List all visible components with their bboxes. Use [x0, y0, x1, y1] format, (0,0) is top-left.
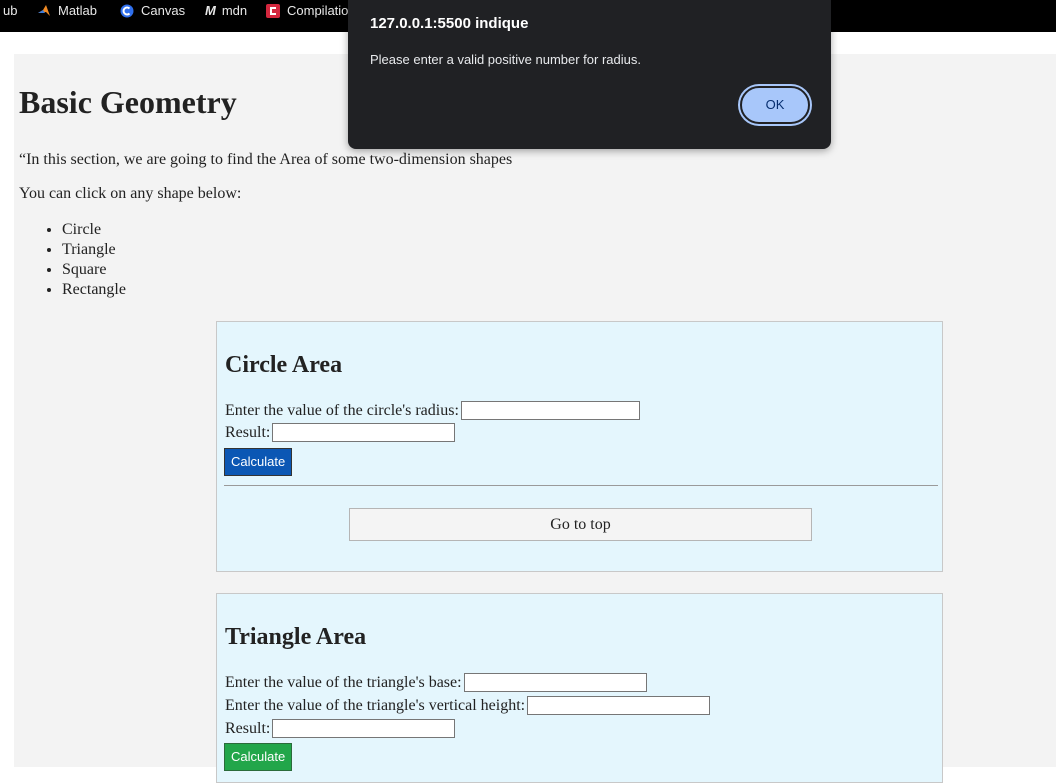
bookmark-matlab[interactable]: Matlab [37, 0, 97, 22]
circle-calculate-button[interactable]: Calculate [224, 448, 293, 476]
bookmark-github[interactable]: ub [3, 0, 17, 22]
bookmark-mdn[interactable]: M mdn [205, 0, 247, 22]
bookmark-label: Compilatio [287, 3, 349, 18]
circle-card-title: Circle Area [225, 352, 343, 378]
compilatio-icon [266, 4, 280, 18]
shape-link-triangle[interactable]: Triangle [62, 240, 126, 260]
alert-ok-button[interactable]: OK [740, 86, 810, 124]
shape-link-square[interactable]: Square [62, 260, 126, 280]
base-row: Enter the value of the triangle's base: [225, 673, 647, 692]
base-label: Enter the value of the triangle's base: [225, 673, 462, 691]
circle-result-label: Result: [225, 423, 271, 441]
bookmark-label: Matlab [58, 3, 98, 18]
click-hint-text: You can click on any shape below: [19, 185, 242, 202]
alert-message: Please enter a valid positive number for… [370, 52, 641, 67]
height-input[interactable] [527, 696, 711, 715]
alert-dialog: 127.0.0.1:5500 indique Please enter a va… [348, 0, 831, 149]
radius-label: Enter the value of the circle's radius: [225, 401, 459, 419]
bookmark-label: ub [3, 3, 18, 18]
circle-area-card: Circle Area Enter the value of the circl… [216, 321, 943, 572]
triangle-area-card: Triangle Area Enter the value of the tri… [216, 593, 943, 783]
circle-result-row: Result: [225, 423, 456, 442]
go-to-top-button[interactable]: Go to top [349, 508, 812, 541]
triangle-result-output[interactable] [272, 719, 456, 738]
triangle-result-label: Result: [225, 719, 271, 737]
radius-row: Enter the value of the circle's radius: [225, 401, 640, 420]
mdn-icon: M [205, 3, 216, 18]
bookmark-label: Canvas [141, 3, 186, 18]
bookmark-compilatio[interactable]: Compilatio [266, 0, 348, 22]
intro-text: “In this section, we are going to find t… [19, 151, 513, 168]
page-title: Basic Geometry [19, 84, 237, 120]
shape-link-rectangle[interactable]: Rectangle [62, 280, 126, 300]
card-divider [224, 485, 938, 486]
bookmark-canvas[interactable]: Canvas [120, 0, 185, 22]
matlab-icon [38, 5, 50, 16]
height-label: Enter the value of the triangle's vertic… [225, 696, 526, 714]
shape-list: Circle Triangle Square Rectangle [23, 220, 126, 300]
canvas-icon [120, 4, 134, 18]
triangle-card-title: Triangle Area [225, 624, 367, 650]
radius-input[interactable] [460, 401, 640, 420]
alert-origin-title: 127.0.0.1:5500 indique [370, 15, 529, 32]
circle-result-output[interactable] [272, 423, 456, 442]
height-row: Enter the value of the triangle's vertic… [225, 696, 711, 715]
shape-link-circle[interactable]: Circle [62, 220, 126, 240]
bookmark-label: mdn [221, 3, 248, 18]
base-input[interactable] [463, 673, 647, 692]
page-body: Basic Geometry “In this section, we are … [14, 54, 1056, 783]
triangle-result-row: Result: [225, 719, 456, 738]
